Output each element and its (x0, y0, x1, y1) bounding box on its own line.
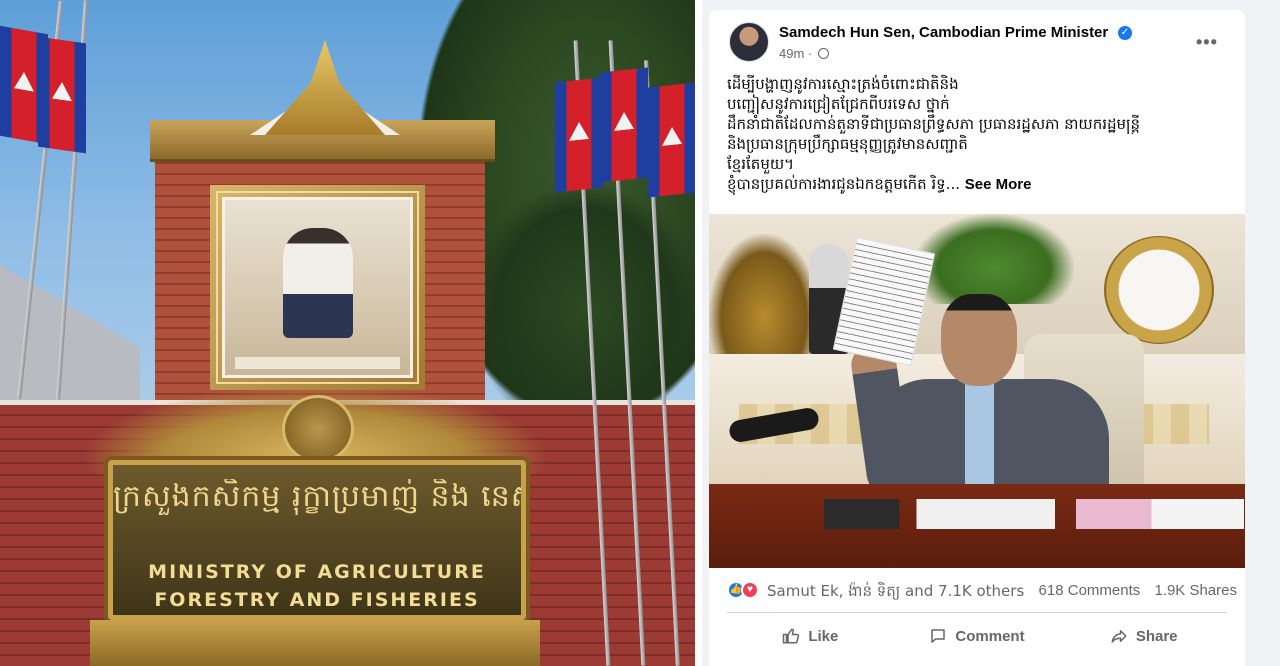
ministry-sign: ក្រសួងកសិកម្ម រុក្ខាប្រមាញ់ និង នេសាទ MI… (108, 460, 526, 620)
shares-count[interactable]: 1.9K Shares (1154, 582, 1237, 599)
post-time[interactable]: 49m (779, 46, 804, 61)
image-divider (695, 0, 702, 666)
author-avatar[interactable] (729, 22, 769, 62)
love-reaction-icon[interactable]: ♥ (741, 581, 759, 599)
thumbs-up-icon (783, 628, 800, 644)
comments-count[interactable]: 618 Comments (1039, 582, 1141, 599)
post-meta: 49m · (779, 46, 829, 61)
cambodia-flag (648, 82, 695, 198)
sign-base (90, 620, 540, 666)
share-arrow-icon (1111, 630, 1127, 643)
ministry-building-photo: ក្រសួងកសិកម្ម រុក្ខាប្រមាញ់ និង នេសាទ MI… (0, 0, 695, 666)
reactions-bar: 👍 ♥ Samut Ek, ង៉ាន់ ទិត្យ and 7.1K other… (727, 578, 1237, 604)
post-text: ដើម្បីបង្ហាញនូវការស្មោះត្រង់ចំពោះជាតិនិង… (727, 74, 1237, 195)
post-text-line-last: ខ្ញុំបានប្រគល់ការងារជូនឯកឧត្តមកើត រិទ្ធ.… (727, 174, 1237, 195)
actions-divider (727, 612, 1227, 613)
king-portrait (210, 185, 425, 390)
ministry-seal-icon (282, 395, 354, 463)
share-button[interactable]: Share (1060, 618, 1227, 654)
like-label: Like (808, 627, 839, 645)
comment-label: Comment (955, 627, 1025, 645)
golden-spire (265, 40, 385, 135)
flag-poles-left (0, 0, 100, 400)
cambodia-flag (555, 77, 603, 193)
page-gutter (1250, 0, 1280, 666)
share-label: Share (1135, 627, 1178, 645)
engagement-counts: 618 Comments 1.9K Shares (1029, 582, 1237, 599)
like-button[interactable]: Like (727, 618, 894, 654)
reaction-names[interactable]: Samut Ek, ង៉ាន់ ទិត្យ and 7.1K others (767, 582, 1024, 604)
wall-clock (1104, 236, 1214, 344)
post-text-line: និងប្រធានក្រុមប្រឹក្សាធម្មនុញ្ញត្រូវមានស… (727, 135, 968, 153)
plant (914, 214, 1074, 304)
desk-items (824, 499, 1244, 529)
globe-icon (817, 48, 829, 59)
author-name[interactable]: Samdech Hun Sen, Cambodian Prime Ministe… (779, 24, 1108, 41)
comment-icon (931, 629, 946, 643)
see-more-link[interactable]: See More (965, 176, 1032, 193)
held-document (832, 236, 936, 367)
sign-english-line1: MINISTRY OF AGRICULTURE (148, 561, 486, 583)
comment-button[interactable]: Comment (894, 618, 1061, 654)
cambodia-flag (38, 36, 86, 154)
post-text-line: ដឹកនាំជាតិដែលកាន់តួនាទីជាប្រធានព្រឹទ្ធសភ… (727, 115, 1141, 133)
sign-khmer-text: ក្រសួងកសិកម្ម រុក្ខាប្រមាញ់ និង នេសាទ (113, 479, 521, 514)
sign-english-line2: FORESTRY AND FISHERIES (154, 589, 480, 611)
facebook-post-panel: Samdech Hun Sen, Cambodian Prime Ministe… (702, 0, 1280, 666)
verified-badge-icon: ✓ (1118, 26, 1132, 40)
post-photo[interactable] (709, 214, 1245, 568)
man-head (941, 294, 1017, 386)
post-text-line: បញ្ជៀសនូវការជ្រៀតជ្រែកពីបរទេស ថ្នាក់ (727, 95, 950, 113)
post-card: Samdech Hun Sen, Cambodian Prime Ministe… (709, 10, 1245, 666)
more-options-icon[interactable]: ••• (1196, 32, 1218, 53)
cambodia-flag (600, 67, 648, 183)
post-text-line: ខ្មែរតែមួយ។ (727, 155, 795, 173)
post-text-line: ខ្ញុំបានប្រគល់ការងារជូនឯកឧត្តមកើត រិទ្ធ.… (727, 175, 961, 193)
post-actions: Like Comment Share (727, 618, 1227, 654)
post-text-line: ដើម្បីបង្ហាញនូវការស្មោះត្រង់ចំពោះជាតិនិង (727, 75, 959, 93)
gold-ornament (709, 234, 819, 354)
